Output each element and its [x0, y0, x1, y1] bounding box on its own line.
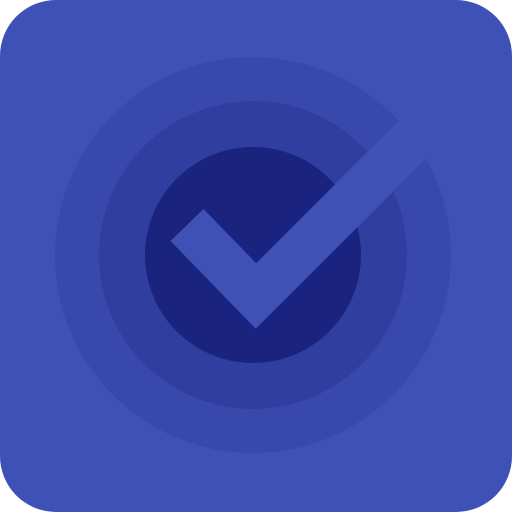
- checkmark-app-icon[interactable]: [0, 0, 512, 512]
- app-icon-graphic: [0, 0, 512, 512]
